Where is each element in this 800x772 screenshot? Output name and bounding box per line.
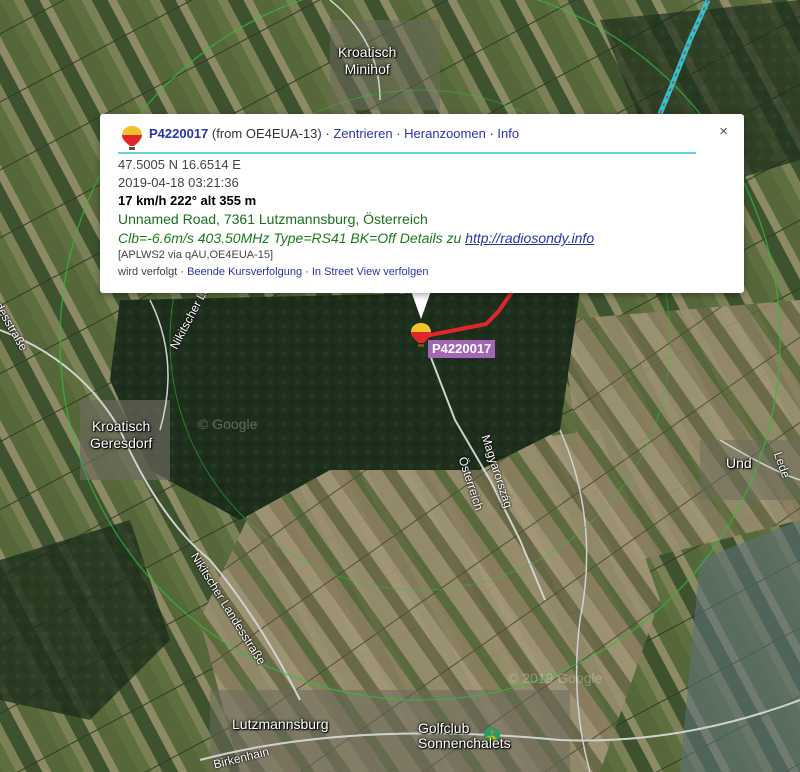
separator: · bbox=[180, 266, 185, 278]
popup-coordinates: 47.5005 N 16.6514 E bbox=[118, 157, 241, 172]
info-popup: P4220017 (from OE4EUA-13) · Zentrieren ·… bbox=[100, 114, 744, 293]
popup-divider bbox=[118, 152, 696, 154]
popup-timestamp: 2019-04-18 03:21:36 bbox=[118, 175, 239, 190]
link-radiosondy[interactable]: http://radiosondy.info bbox=[465, 230, 594, 246]
separator: · bbox=[396, 126, 401, 141]
popup-address: Unnamed Road, 7361 Lutzmannsburg, Österr… bbox=[118, 211, 428, 227]
close-icon[interactable]: × bbox=[719, 123, 728, 140]
place-lutzmannsburg: Lutzmannsburg bbox=[232, 716, 329, 732]
popup-path: [APLWS2 via qAU,OE4EUA-15] bbox=[118, 249, 274, 261]
place-kroatisch-minihof: Kroatisch Minihof bbox=[338, 44, 397, 77]
popup-comment: Clb=-6.6m/s 403.50MHz Type=RS41 BK=Off D… bbox=[118, 230, 594, 246]
place-und: Und bbox=[726, 455, 752, 471]
popup-tail bbox=[411, 291, 431, 319]
separator: · bbox=[325, 126, 330, 141]
popup-from: (from OE4EUA-13) bbox=[211, 126, 322, 141]
separator: · bbox=[489, 126, 494, 141]
popup-callsign[interactable]: P4220017 bbox=[149, 126, 208, 141]
tracking-status: wird verfolgt bbox=[118, 266, 178, 278]
place-kroatisch-geresdorf: Kroatisch Geresdorf bbox=[90, 418, 153, 451]
link-info[interactable]: Info bbox=[497, 126, 519, 141]
popup-speed: 17 km/h 222° alt 355 m bbox=[118, 193, 257, 208]
link-heranzoomen[interactable]: Heranzoomen bbox=[404, 126, 486, 141]
link-street-view[interactable]: In Street View verfolgen bbox=[312, 266, 429, 278]
place-golfclub: Golfclub Sonnenchalets bbox=[418, 720, 511, 751]
link-beende-kursverfolgung[interactable]: Beende Kursverfolgung bbox=[187, 266, 302, 278]
link-zentrieren[interactable]: Zentrieren bbox=[333, 126, 392, 141]
popup-tracking: wird verfolgt · Beende Kursverfolgung · … bbox=[118, 266, 428, 278]
popup-comment-text: Clb=-6.6m/s 403.50MHz Type=RS41 BK=Off D… bbox=[118, 230, 466, 246]
separator: · bbox=[305, 266, 309, 278]
map-watermark-2: © 2019 Google bbox=[508, 670, 603, 686]
popup-header: P4220017 (from OE4EUA-13) · Zentrieren ·… bbox=[149, 126, 519, 141]
balloon-icon bbox=[122, 126, 142, 150]
map-watermark: © Google bbox=[198, 416, 258, 432]
marker-label[interactable]: P4220017 bbox=[428, 340, 496, 358]
